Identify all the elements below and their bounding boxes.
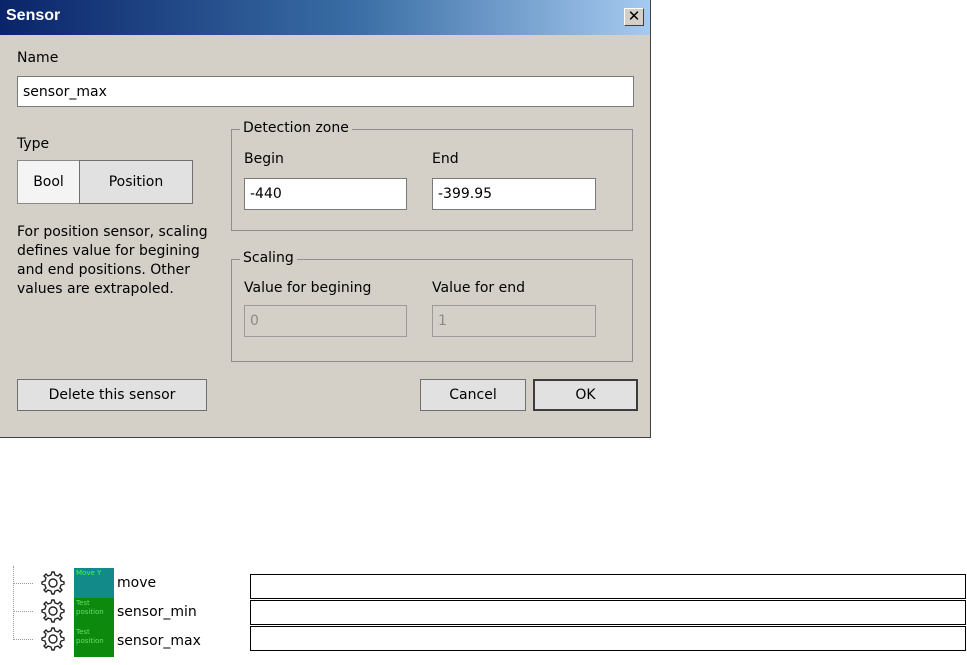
scaling-begin-label: Value for begining — [244, 280, 372, 296]
type-position-button[interactable]: Position — [79, 160, 193, 204]
close-icon: ✕ — [627, 7, 641, 25]
node-label: move — [117, 575, 157, 591]
ok-button[interactable]: OK — [533, 379, 638, 411]
cancel-button[interactable]: Cancel — [420, 379, 526, 411]
node-badge: Test position — [74, 598, 114, 628]
sensor-dialog: Sensor ✕ Name Type Bool Position For pos… — [0, 0, 651, 438]
scaling-begin-input[interactable] — [244, 305, 407, 337]
help-line: For position sensor, scaling — [17, 224, 208, 240]
name-label: Name — [17, 50, 59, 66]
detection-zone-title: Detection zone — [240, 120, 352, 136]
gear-icon — [41, 627, 65, 651]
node-badge: Test position — [74, 627, 114, 657]
help-line: and end positions. Other — [17, 262, 191, 278]
delete-sensor-button[interactable]: Delete this sensor — [17, 379, 207, 411]
help-text: For position sensor, scaling defines val… — [17, 223, 208, 299]
row-field-move[interactable] — [250, 574, 966, 599]
begin-label: Begin — [244, 151, 284, 167]
tree-connector — [13, 566, 14, 640]
row-field-sensor-min[interactable] — [250, 600, 966, 625]
help-line: defines value for begining — [17, 243, 200, 259]
tree-connector — [13, 639, 33, 640]
row-field-sensor-max[interactable] — [250, 626, 966, 651]
name-input[interactable] — [17, 76, 634, 107]
end-label: End — [432, 151, 459, 167]
gear-icon — [41, 599, 65, 623]
tree-connector — [13, 583, 33, 584]
dialog-title: Sensor — [6, 7, 61, 24]
scaling-end-input[interactable] — [432, 305, 596, 337]
node-label: sensor_max — [117, 633, 201, 649]
node-badge: Move Y — [74, 568, 114, 598]
title-bar[interactable]: Sensor ✕ — [0, 0, 650, 35]
scaling-title: Scaling — [240, 250, 297, 266]
type-label: Type — [17, 136, 50, 152]
end-input[interactable] — [432, 178, 596, 210]
tree-connector — [13, 611, 33, 612]
scaling-end-label: Value for end — [432, 280, 525, 296]
close-button[interactable]: ✕ — [624, 8, 644, 26]
begin-input[interactable] — [244, 178, 407, 210]
node-label: sensor_min — [117, 604, 197, 620]
type-bool-button[interactable]: Bool — [17, 160, 80, 204]
help-line: values are extrapoled. — [17, 281, 174, 297]
gear-icon — [41, 571, 65, 595]
